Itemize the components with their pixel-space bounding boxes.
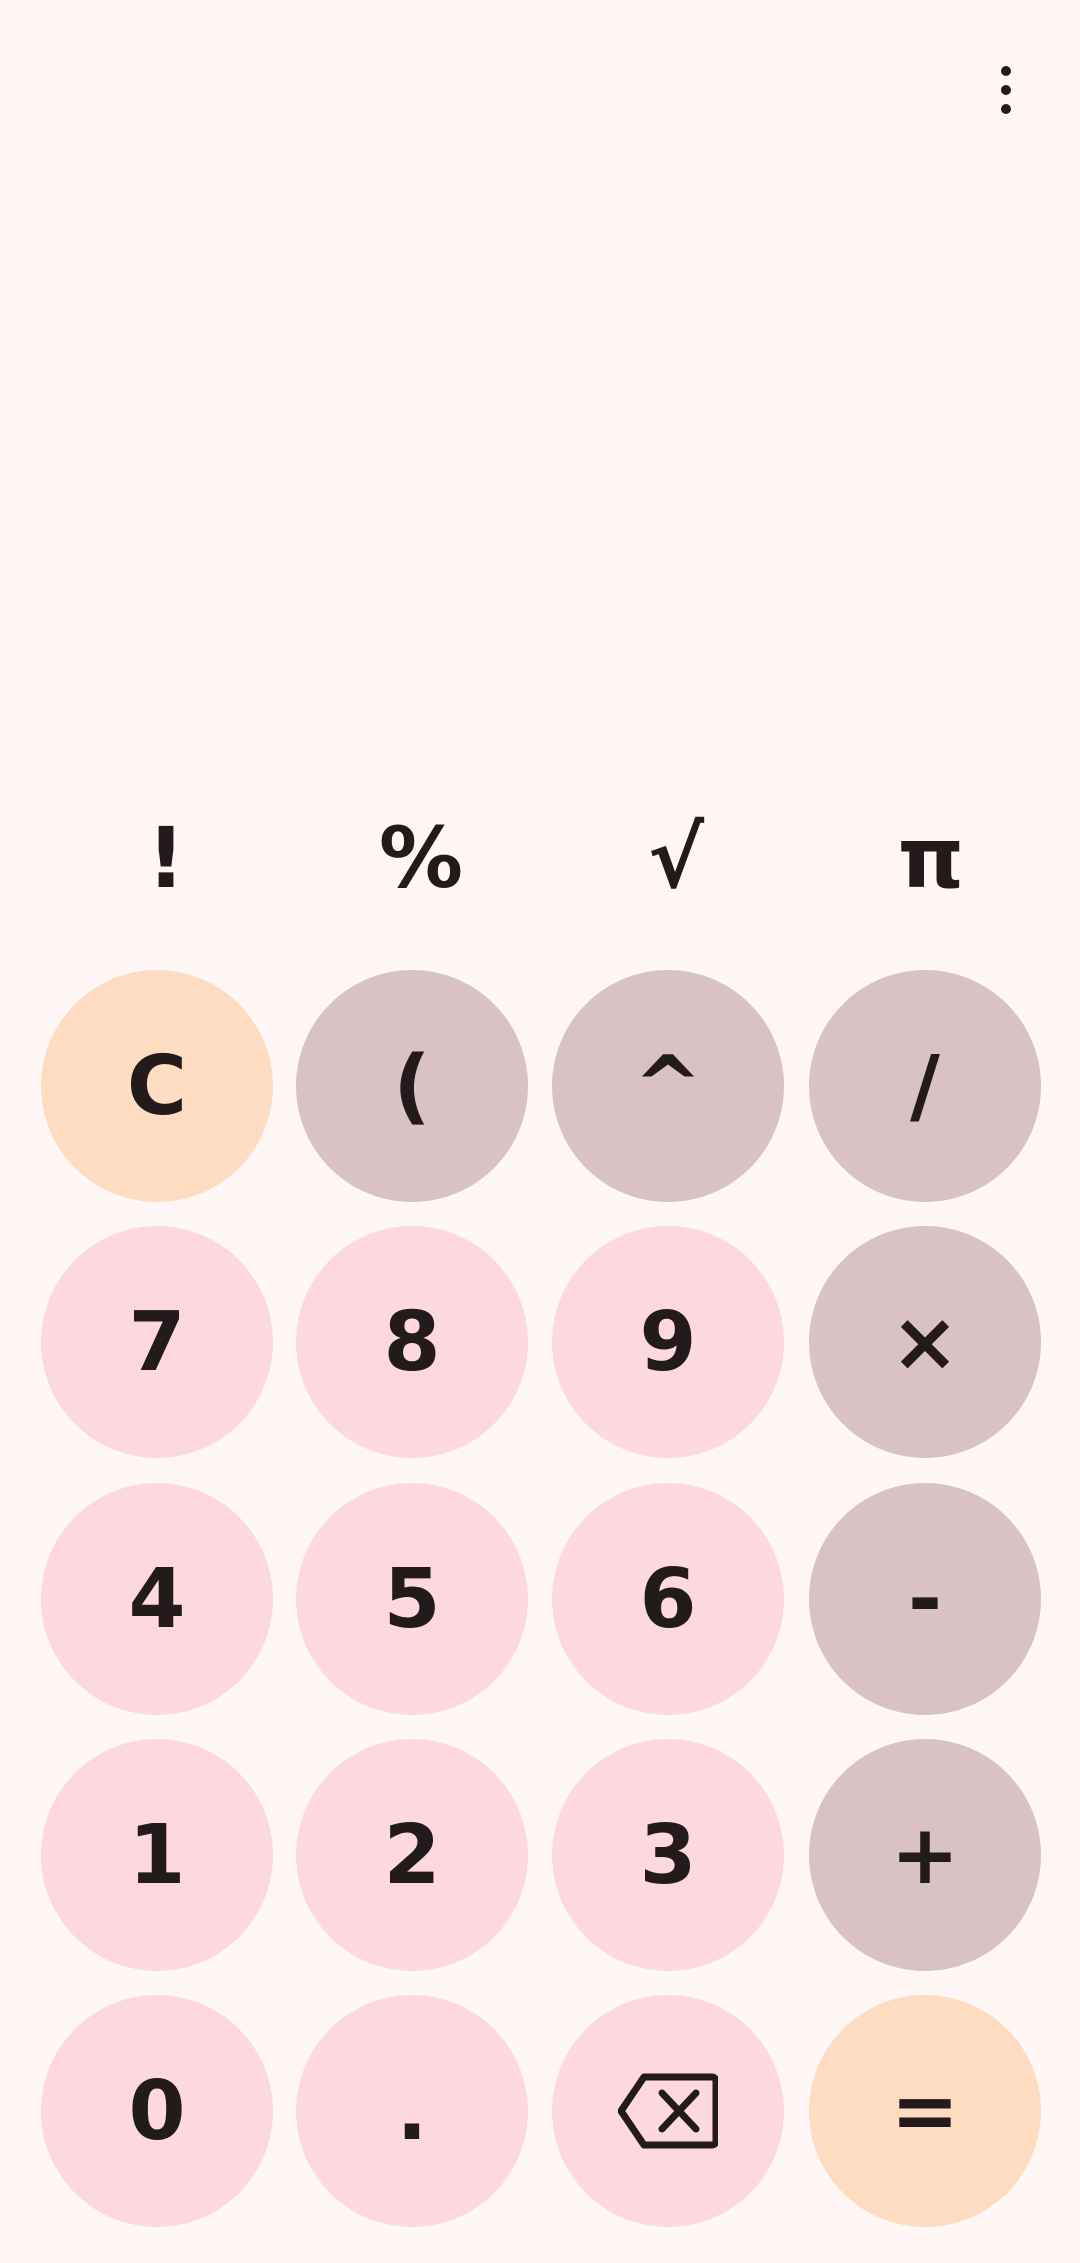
multiply-button[interactable]: × — [809, 1226, 1041, 1458]
digit-1-button[interactable]: 1 — [41, 1739, 273, 1971]
equals-button[interactable]: = — [809, 1995, 1041, 2227]
more-vert-icon-dot — [1001, 104, 1011, 114]
scientific-row: ! % √ π — [40, 798, 1040, 918]
digit-0-button[interactable]: 0 — [41, 1995, 273, 2227]
add-button[interactable]: + — [809, 1739, 1041, 1971]
digit-9-button[interactable]: 9 — [552, 1226, 784, 1458]
digit-2-button[interactable]: 2 — [296, 1739, 528, 1971]
more-vert-icon-dot — [1001, 85, 1011, 95]
square-root-key[interactable]: √ — [560, 798, 792, 918]
clear-button[interactable]: C — [41, 970, 273, 1202]
digit-3-button[interactable]: 3 — [552, 1739, 784, 1971]
factorial-key[interactable]: ! — [50, 798, 282, 918]
digit-8-button[interactable]: 8 — [296, 1226, 528, 1458]
digit-4-button[interactable]: 4 — [41, 1483, 273, 1715]
calculator-display — [40, 160, 1040, 760]
digit-6-button[interactable]: 6 — [552, 1483, 784, 1715]
percent-key[interactable]: % — [305, 798, 537, 918]
backspace-icon — [618, 2073, 718, 2149]
parenthesis-button[interactable]: ( — [296, 970, 528, 1202]
power-button[interactable]: ^ — [552, 970, 784, 1202]
digit-7-button[interactable]: 7 — [41, 1226, 273, 1458]
overflow-menu-button[interactable] — [970, 50, 1042, 130]
subtract-button[interactable]: - — [809, 1483, 1041, 1715]
more-vert-icon — [1001, 66, 1011, 76]
backspace-button[interactable] — [552, 1995, 784, 2227]
digit-5-button[interactable]: 5 — [296, 1483, 528, 1715]
pi-key[interactable]: π — [815, 798, 1047, 918]
decimal-button[interactable]: . — [296, 1995, 528, 2227]
divide-button[interactable]: / — [809, 970, 1041, 1202]
